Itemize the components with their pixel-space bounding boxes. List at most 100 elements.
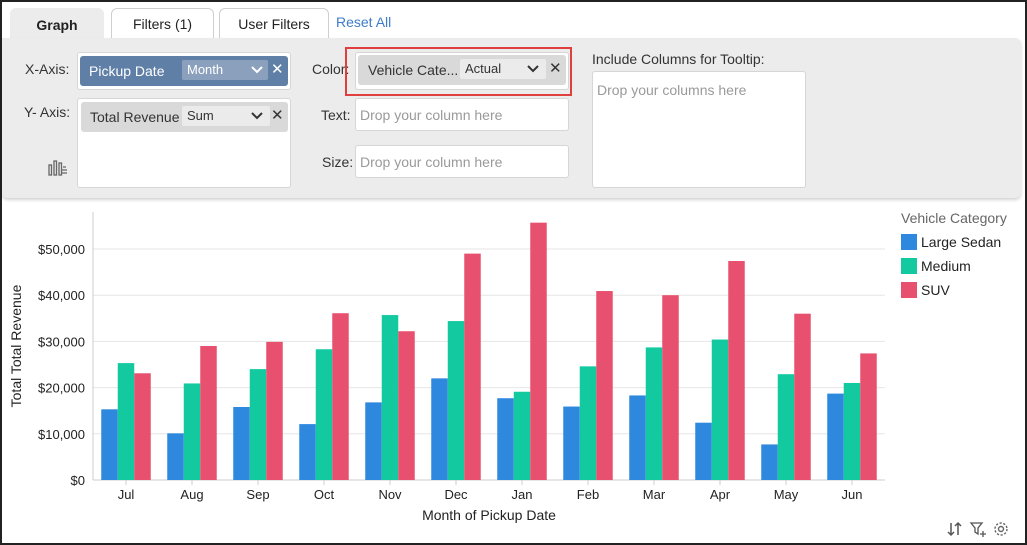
x-axis-remove-icon[interactable]: ✕ xyxy=(271,62,284,78)
bar-suv xyxy=(266,341,283,480)
x-tick-label: Jun xyxy=(842,487,863,502)
tab-user-filters[interactable]: User Filters xyxy=(219,8,329,39)
bar-medium xyxy=(117,363,135,480)
size-label: Size: xyxy=(322,154,354,170)
bar-suv xyxy=(860,353,877,480)
bar-large-sedan xyxy=(299,424,316,480)
bar-large-sedan xyxy=(761,444,778,480)
bar-suv xyxy=(530,222,547,480)
y-tick-label: $20,000 xyxy=(38,381,85,396)
bar-large-sedan xyxy=(365,402,382,480)
bar-large-sedan xyxy=(827,393,844,480)
x-axis-aggregation-select[interactable]: Month xyxy=(182,60,268,80)
legend-item-medium[interactable]: Medium xyxy=(901,257,971,275)
legend-label: SUV xyxy=(921,282,950,298)
bar-large-sedan xyxy=(167,433,184,480)
bar-medium xyxy=(447,321,465,480)
tooltip-placeholder: Drop your columns here xyxy=(597,82,747,98)
y-axis-column-name: Total Revenue xyxy=(90,109,180,125)
x-tick-label: Nov xyxy=(378,487,402,502)
legend-label: Large Sedan xyxy=(921,234,1002,250)
bar-medium xyxy=(645,347,663,480)
tooltip-columns-label: Include Columns for Tooltip: xyxy=(592,51,765,67)
bar-medium xyxy=(513,391,531,480)
x-tick-label: Oct xyxy=(314,487,335,502)
bar-large-sedan xyxy=(563,406,580,480)
bar-medium xyxy=(711,339,729,480)
bar-suv xyxy=(728,261,745,480)
x-axis-title: Month of Pickup Date xyxy=(422,507,556,523)
x-tick-label: Dec xyxy=(444,487,468,502)
filter-add-icon[interactable] xyxy=(969,520,987,538)
y-axis-aggregation-select[interactable]: Sum xyxy=(182,106,270,126)
chevron-down-icon xyxy=(251,112,263,120)
legend-item-large-sedan[interactable]: Large Sedan xyxy=(901,233,1001,251)
x-tick-label: Jan xyxy=(512,487,533,502)
y-tick-label: $50,000 xyxy=(38,242,85,257)
chevron-down-icon xyxy=(251,66,263,74)
bar-suv xyxy=(794,313,811,480)
x-axis-aggregation-value: Month xyxy=(187,62,224,77)
bar-large-sedan xyxy=(497,398,514,480)
bar-large-sedan xyxy=(629,395,646,480)
text-placeholder: Drop your column here xyxy=(360,107,503,123)
bar-suv xyxy=(596,291,613,480)
gear-icon[interactable] xyxy=(992,520,1010,538)
legend-item-suv[interactable]: SUV xyxy=(901,281,950,299)
size-placeholder: Drop your column here xyxy=(360,154,503,170)
y-tick-label: $30,000 xyxy=(38,334,85,349)
bar-suv xyxy=(200,346,217,480)
bar-medium xyxy=(183,383,201,480)
color-label: Color: xyxy=(312,61,350,77)
x-tick-label: Aug xyxy=(180,487,203,502)
chart-type-icon[interactable] xyxy=(48,158,68,176)
legend-title: Vehicle Category xyxy=(901,210,1007,226)
y-tick-label: $40,000 xyxy=(38,288,85,303)
text-label: Text: xyxy=(321,107,351,123)
x-tick-label: May xyxy=(774,487,799,502)
x-axis-column-name: Pickup Date xyxy=(89,63,165,79)
legend-swatch xyxy=(901,234,917,250)
highlight-box xyxy=(345,47,572,96)
bar-medium xyxy=(843,382,861,480)
legend-swatch xyxy=(901,258,917,274)
y-axis-remove-icon[interactable]: ✕ xyxy=(271,108,284,124)
y-axis-label: Y- Axis: xyxy=(24,104,71,120)
size-dropzone[interactable]: Drop your column here xyxy=(355,145,569,178)
reset-all-link[interactable]: Reset All xyxy=(336,14,391,30)
bar-suv xyxy=(398,331,415,480)
y-axis-column-pill[interactable]: Total Revenue Sum ✕ xyxy=(81,102,288,132)
bar-suv xyxy=(332,313,349,480)
bar-suv xyxy=(662,295,679,480)
y-tick-label: $0 xyxy=(71,473,85,488)
bar-medium xyxy=(381,315,399,480)
x-tick-label: Apr xyxy=(710,487,731,502)
y-tick-label: $10,000 xyxy=(38,427,85,442)
bar-suv xyxy=(134,373,151,480)
bar-suv xyxy=(464,253,481,480)
y-axis-title: Total Total Revenue xyxy=(8,284,24,407)
sort-icon[interactable] xyxy=(946,520,964,538)
text-dropzone[interactable]: Drop your column here xyxy=(355,98,569,131)
x-tick-label: Sep xyxy=(246,487,269,502)
bar-large-sedan xyxy=(101,409,118,480)
tab-graph[interactable]: Graph xyxy=(10,8,104,40)
tooltip-columns-dropzone[interactable]: Drop your columns here xyxy=(592,71,806,188)
y-axis-aggregation-value: Sum xyxy=(187,108,214,123)
legend-swatch xyxy=(901,282,917,298)
x-axis-column-pill[interactable]: Pickup Date Month ✕ xyxy=(80,56,288,86)
x-tick-label: Mar xyxy=(643,487,666,502)
x-axis-label: X-Axis: xyxy=(25,61,70,77)
bar-medium xyxy=(777,374,795,480)
tab-filters[interactable]: Filters (1) xyxy=(111,8,214,39)
bar-medium xyxy=(315,349,333,480)
bar-large-sedan xyxy=(233,407,250,480)
x-tick-label: Feb xyxy=(577,487,599,502)
bar-medium xyxy=(249,369,267,480)
x-tick-label: Jul xyxy=(118,487,135,502)
bar-large-sedan xyxy=(695,422,712,480)
legend-label: Medium xyxy=(921,258,971,274)
bar-chart: $0 $10,000 $20,000 $30,000 $40,000 $50,000 Jul… xyxy=(8,212,885,523)
bar-large-sedan xyxy=(431,378,448,480)
bar-medium xyxy=(579,366,597,480)
